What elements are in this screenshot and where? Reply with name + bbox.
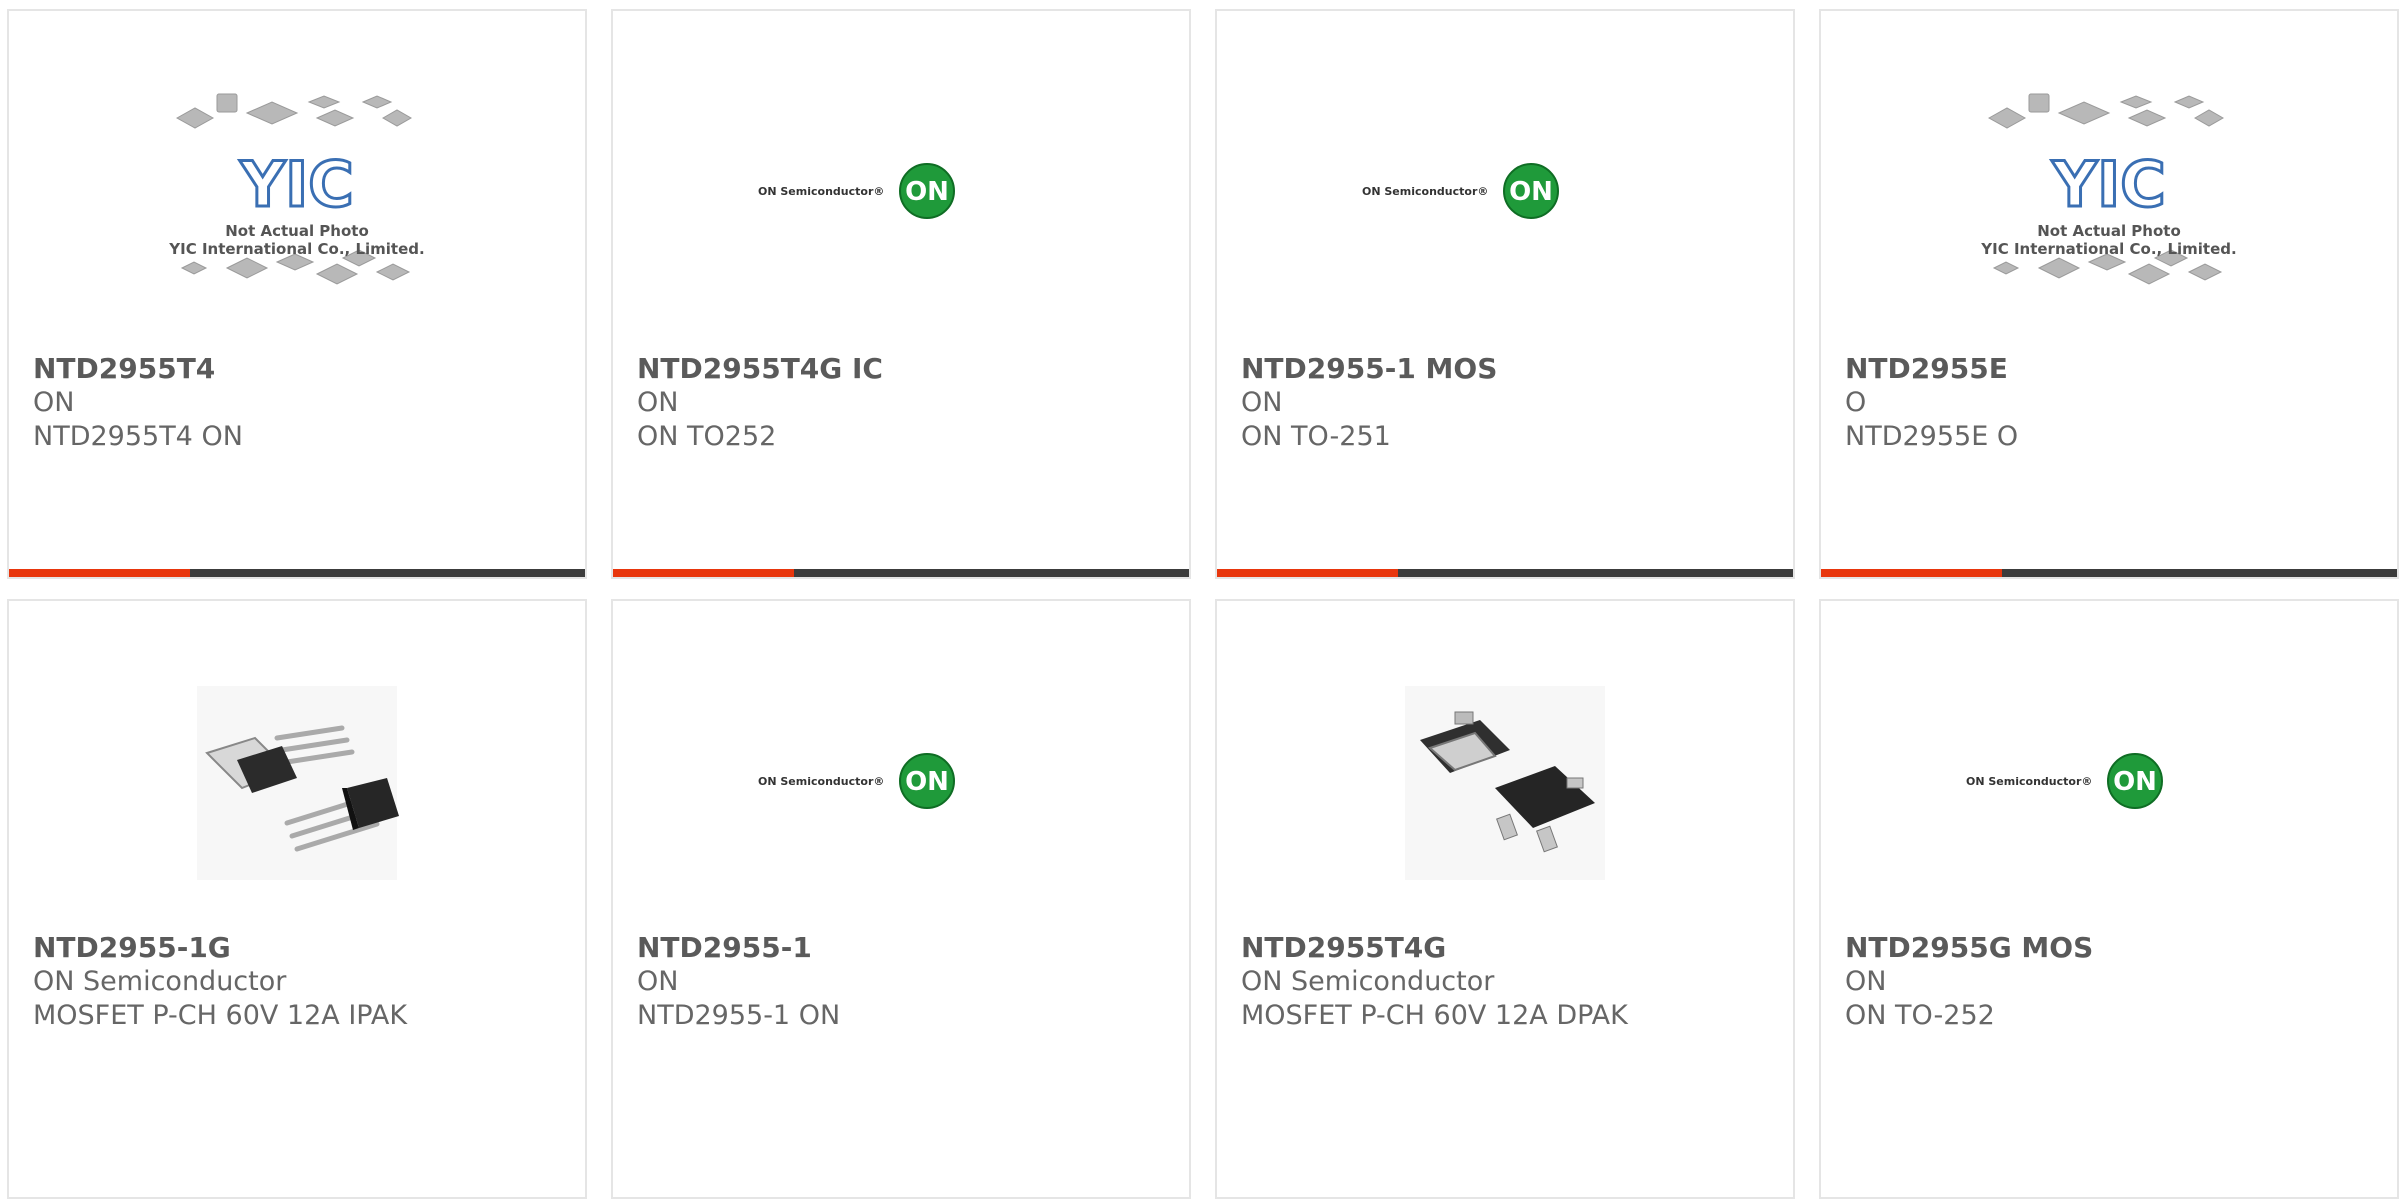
product-card[interactable]: ON Semiconductor® ON NTD2955G MOS ON ON … [1819,599,2399,1199]
product-info: NTD2955T4G ON Semiconductor MOSFET P-CH … [1241,931,1773,1033]
part-number-link[interactable]: NTD2955-1G [33,931,565,965]
ipak-package-icon [197,686,399,880]
product-image-placeholder[interactable]: YIC Not Actual Photo YIC International C… [137,88,457,298]
product-grid: YIC Not Actual Photo YIC International C… [7,9,2400,1199]
card-accent-bar [1217,569,1398,577]
product-image-placeholder[interactable]: ON Semiconductor® ON [1949,678,2269,888]
svg-text:ON Semiconductor®: ON Semiconductor® [758,775,884,788]
svg-text:Not Actual Photo: Not Actual Photo [225,222,369,240]
description: NTD2955T4 ON [33,421,243,452]
svg-text:ON Semiconductor®: ON Semiconductor® [1966,775,2092,788]
svg-text:ON: ON [905,767,949,797]
product-card[interactable]: ON Semiconductor® ON NTD2955T4G IC ON ON… [611,9,1191,579]
chip-placeholder-icon: YIC Not Actual Photo YIC International C… [1980,93,2237,285]
svg-text:ON Semiconductor®: ON Semiconductor® [1362,185,1488,198]
manufacturer: O [1845,387,1867,418]
product-info: NTD2955G MOS ON ON TO-252 [1845,931,2377,1033]
product-info: NTD2955-1G ON Semiconductor MOSFET P-CH … [33,931,565,1033]
on-semiconductor-logo-icon: ON Semiconductor® ON [758,753,955,809]
part-number-link[interactable]: NTD2955T4G [1241,931,1773,965]
manufacturer: ON [1241,387,1283,418]
product-card[interactable]: ON Semiconductor® ON NTD2955-1 MOS ON ON… [1215,9,1795,579]
svg-text:ON: ON [2113,767,2157,797]
on-semiconductor-logo-icon: ON Semiconductor® ON [1966,753,2163,809]
svg-text:YIC International Co., Limited: YIC International Co., Limited. [1980,240,2236,258]
product-info: NTD2955T4G IC ON ON TO252 [637,352,1169,454]
manufacturer: ON [33,387,75,418]
on-semiconductor-logo-icon: ON Semiconductor® ON [758,163,955,219]
description: NTD2955E O [1845,421,2019,452]
part-number-link[interactable]: NTD2955-1 MOS [1241,352,1773,386]
description: ON TO252 [637,421,777,452]
product-image-placeholder[interactable]: ON Semiconductor® ON [741,88,1061,298]
card-footer-bar [9,569,585,577]
part-number-link[interactable]: NTD2955G MOS [1845,931,2377,965]
product-info: NTD2955-1 ON NTD2955-1 ON [637,931,1169,1033]
svg-text:YIC: YIC [239,148,353,221]
manufacturer: ON [637,966,679,997]
card-accent-bar [613,569,794,577]
manufacturer: ON [1845,966,1887,997]
description: MOSFET P-CH 60V 12A DPAK [1241,1000,1628,1031]
card-footer-bar [1217,569,1793,577]
dpak-package-icon [1405,686,1605,880]
card-accent-bar [1821,569,2002,577]
part-number-link[interactable]: NTD2955T4G IC [637,352,1169,386]
svg-text:YIC: YIC [2051,148,2165,221]
manufacturer: ON Semiconductor [33,966,287,997]
product-info: NTD2955E O NTD2955E O [1845,352,2377,454]
chip-placeholder-icon: YIC Not Actual Photo YIC International C… [168,93,425,285]
svg-text:YIC International Co., Limited: YIC International Co., Limited. [168,240,424,258]
product-image-placeholder[interactable]: YIC Not Actual Photo YIC International C… [1949,88,2269,298]
manufacturer: ON Semiconductor [1241,966,1495,997]
svg-text:ON: ON [1509,177,1553,207]
description: MOSFET P-CH 60V 12A IPAK [33,1000,408,1031]
product-image[interactable] [137,678,457,888]
product-card[interactable]: NTD2955T4G ON Semiconductor MOSFET P-CH … [1215,599,1795,1199]
card-footer-bar [1821,569,2397,577]
product-card[interactable]: YIC Not Actual Photo YIC International C… [7,9,587,579]
manufacturer: ON [637,387,679,418]
product-image[interactable] [1345,678,1665,888]
product-image-placeholder[interactable]: ON Semiconductor® ON [741,678,1061,888]
card-accent-bar [9,569,190,577]
part-number-link[interactable]: NTD2955T4 [33,352,565,386]
description: ON TO-252 [1845,1000,1995,1031]
description: NTD2955-1 ON [637,1000,841,1031]
product-info: NTD2955T4 ON NTD2955T4 ON [33,352,565,454]
on-semiconductor-logo-icon: ON Semiconductor® ON [1362,163,1559,219]
product-image-placeholder[interactable]: ON Semiconductor® ON [1345,88,1665,298]
card-footer-bar [613,569,1189,577]
description: ON TO-251 [1241,421,1391,452]
product-card[interactable]: ON Semiconductor® ON NTD2955-1 ON NTD295… [611,599,1191,1199]
part-number-link[interactable]: NTD2955-1 [637,931,1169,965]
product-card[interactable]: YIC Not Actual Photo YIC International C… [1819,9,2399,579]
svg-text:ON Semiconductor®: ON Semiconductor® [758,185,884,198]
svg-text:Not Actual Photo: Not Actual Photo [2037,222,2181,240]
product-info: NTD2955-1 MOS ON ON TO-251 [1241,352,1773,454]
part-number-link[interactable]: NTD2955E [1845,352,2377,386]
product-card[interactable]: NTD2955-1G ON Semiconductor MOSFET P-CH … [7,599,587,1199]
svg-text:ON: ON [905,177,949,207]
